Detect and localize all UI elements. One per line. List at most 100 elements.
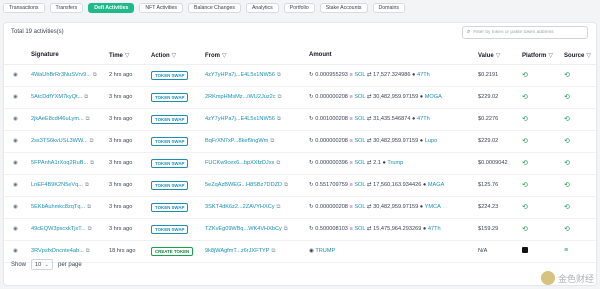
filter-icon[interactable]: ▽ xyxy=(548,53,553,59)
from-address-link[interactable]: 3SKT4dK6z2...2ZAVYHXCy xyxy=(205,204,275,210)
copy-icon[interactable]: ⧉ xyxy=(86,116,90,122)
from-address-link[interactable]: BqFrXN7xP...8kef9ngWm xyxy=(205,138,268,144)
copy-icon[interactable]: ⧉ xyxy=(88,226,92,232)
eye-icon[interactable]: ◉ xyxy=(13,248,18,254)
amount-token-out[interactable]: MAGA xyxy=(428,182,444,188)
signature-link[interactable]: 49cEQW3pscxkTjxT... xyxy=(31,226,86,232)
from-address-link[interactable]: 9k8jWAgfmT...z6rJXFTYP xyxy=(205,248,269,254)
copy-icon[interactable]: ⧉ xyxy=(85,182,89,188)
copy-icon[interactable]: ⧉ xyxy=(271,248,275,254)
tab-nft-activities[interactable]: NFT Activities xyxy=(139,3,183,13)
from-address-link[interactable]: 2RKmpHMsMz...iWU2Juz2c xyxy=(205,94,276,100)
source-icon[interactable]: ⟲ xyxy=(564,115,570,123)
amount-token-in[interactable]: SOL xyxy=(354,138,365,144)
amount-token-out[interactable]: TRUMP xyxy=(315,248,335,254)
source-icon[interactable]: ≡ xyxy=(564,247,568,254)
platform-icon[interactable]: ⟲ xyxy=(522,203,528,211)
source-icon[interactable]: ⟲ xyxy=(564,137,570,145)
from-address-link[interactable]: 5eZqAzBWEG...H8SBz7DDZD xyxy=(205,182,282,188)
platform-icon[interactable]: ⟲ xyxy=(522,181,528,189)
signature-link[interactable]: 2jkAeE8cdt46uLym... xyxy=(31,116,84,122)
eye-icon[interactable]: ◉ xyxy=(13,226,18,232)
platform-icon[interactable]: ⟲ xyxy=(522,71,528,79)
tab-balance-changes[interactable]: Balance Changes xyxy=(187,3,241,13)
eye-icon[interactable]: ◉ xyxy=(13,182,18,188)
amount-token-in[interactable]: SOL xyxy=(354,226,365,232)
copy-icon[interactable]: ⧉ xyxy=(276,160,280,166)
filter-icon[interactable]: ▽ xyxy=(222,53,227,59)
copy-icon[interactable]: ⧉ xyxy=(90,160,94,166)
copy-icon[interactable]: ⧉ xyxy=(278,94,282,100)
copy-icon[interactable]: ⧉ xyxy=(284,226,288,232)
col-time[interactable]: Time ▽ xyxy=(109,52,130,59)
platform-icon[interactable]: ⟲ xyxy=(522,137,528,145)
amount-token-in[interactable]: SOL xyxy=(354,94,365,100)
tab-analytics[interactable]: Analytics xyxy=(245,3,279,13)
copy-icon[interactable]: ⧉ xyxy=(86,248,90,254)
eye-icon[interactable]: ◉ xyxy=(13,94,18,100)
tab-stake-accounts[interactable]: Stake Accounts xyxy=(319,3,368,13)
token-filter-search[interactable]: ⌕ xyxy=(462,26,588,39)
page-size-select[interactable]: 10 ⌄ xyxy=(31,259,54,270)
amount-token-out[interactable]: Lupo xyxy=(425,138,437,144)
eye-icon[interactable]: ◉ xyxy=(13,72,18,78)
signature-link[interactable]: 5FPAnhA1rXoq2RuB... xyxy=(31,160,88,166)
tab-transactions[interactable]: Transactions xyxy=(3,3,45,13)
platform-icon[interactable] xyxy=(522,247,528,254)
eye-icon[interactable]: ◉ xyxy=(13,204,18,210)
tab-defi-activities[interactable]: Defi Activities xyxy=(88,3,135,13)
source-icon[interactable]: ⟲ xyxy=(564,93,570,101)
signature-link[interactable]: 5EKbAuhmkc8zqTq... xyxy=(31,204,85,210)
col-from[interactable]: From ▽ xyxy=(205,52,227,59)
col-value[interactable]: Value ▽ xyxy=(478,52,500,59)
tab-domains[interactable]: Domains xyxy=(372,3,405,13)
copy-icon[interactable]: ⧉ xyxy=(277,204,281,210)
eye-icon[interactable]: ◉ xyxy=(13,116,18,122)
copy-icon[interactable]: ⧉ xyxy=(284,182,288,188)
col-source[interactable]: Source ▽ xyxy=(564,52,591,59)
amount-token-in[interactable]: SOL xyxy=(354,160,365,166)
from-address-link[interactable]: TZKvEg09WBq...WK4VHXbCy xyxy=(205,226,282,232)
amount-token-in[interactable]: SOL xyxy=(354,182,365,188)
copy-icon[interactable]: ⧉ xyxy=(90,138,94,144)
col-action[interactable]: Action ▽ xyxy=(151,52,176,59)
filter-icon[interactable]: ▽ xyxy=(496,53,501,59)
copy-icon[interactable]: ⧉ xyxy=(277,116,281,122)
eye-icon[interactable]: ◉ xyxy=(13,138,18,144)
signature-link[interactable]: 3RVpsfxDncnte4ab... xyxy=(31,248,84,254)
col-platform[interactable]: Platform ▽ xyxy=(522,52,553,59)
platform-icon[interactable]: ⟲ xyxy=(522,93,528,101)
amount-token-out[interactable]: MOGA xyxy=(425,94,442,100)
signature-link[interactable]: LnEF4B9K2N5eVq... xyxy=(31,182,83,188)
token-filter-input[interactable] xyxy=(473,30,584,35)
source-icon[interactable]: ⟲ xyxy=(564,203,570,211)
source-icon[interactable]: ⟲ xyxy=(564,159,570,167)
amount-token-in[interactable]: SOL xyxy=(354,116,365,122)
amount-token-in[interactable]: SOL xyxy=(354,72,365,78)
eye-icon[interactable]: ◉ xyxy=(13,160,18,166)
signature-link[interactable]: 2ss3TS6kvUSL3WW... xyxy=(31,138,88,144)
signature-link[interactable]: 5AtcDdfYXM7kyQt... xyxy=(31,94,82,100)
filter-icon[interactable]: ▽ xyxy=(172,53,177,59)
amount-token-out[interactable]: Trump xyxy=(387,160,403,166)
from-address-link[interactable]: 4zY7yHPa7j...E4L5x1NW56 xyxy=(205,116,275,122)
filter-icon[interactable]: ▽ xyxy=(586,53,591,59)
copy-icon[interactable]: ⧉ xyxy=(87,204,91,210)
copy-icon[interactable]: ⧉ xyxy=(84,94,88,100)
source-icon[interactable]: ⟲ xyxy=(564,181,570,189)
copy-icon[interactable]: ⧉ xyxy=(270,138,274,144)
platform-icon[interactable]: ⟲ xyxy=(522,225,528,233)
copy-icon[interactable]: ⧉ xyxy=(93,72,97,78)
copy-icon[interactable]: ⧉ xyxy=(277,72,281,78)
amount-token-out[interactable]: 47Th xyxy=(417,72,430,78)
platform-icon[interactable]: ⟲ xyxy=(522,159,528,167)
amount-token-in[interactable]: SOL xyxy=(354,204,365,210)
platform-icon[interactable]: ⟲ xyxy=(522,115,528,123)
signature-link[interactable]: 4WaUhBrRr3NuSVrv9... xyxy=(31,72,91,78)
tab-transfers[interactable]: Transfers xyxy=(49,3,84,13)
source-icon[interactable]: ⟲ xyxy=(564,71,570,79)
from-address-link[interactable]: FUCKw9cex6...bpXXfzDJxx xyxy=(205,160,274,166)
source-icon[interactable]: ⟲ xyxy=(564,225,570,233)
tab-portfolio[interactable]: Portfolio xyxy=(283,3,315,13)
from-address-link[interactable]: 4zY7yHPa7j...E4L5x1NW56 xyxy=(205,72,275,78)
